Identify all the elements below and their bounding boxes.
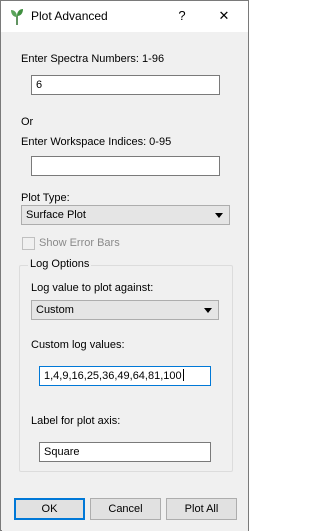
workspace-indices-input[interactable] <box>31 156 220 176</box>
show-error-bars-checkbox[interactable] <box>22 237 35 250</box>
plot-axis-label-label: Label for plot axis: <box>31 415 121 427</box>
log-value-dropdown[interactable]: Custom <box>31 300 219 320</box>
dialog-body: Enter Spectra Numbers: 1-96 6 Or Enter W… <box>2 32 248 485</box>
spectra-numbers-label: Enter Spectra Numbers: 1-96 <box>21 53 165 65</box>
mantid-app-icon <box>10 8 24 26</box>
chevron-down-icon <box>215 213 223 218</box>
text-caret <box>182 369 184 381</box>
custom-log-values-input[interactable]: 1,4,9,16,25,36,49,64,81,100 <box>39 366 211 386</box>
plot-advanced-dialog: Plot Advanced ? ✕ Enter Spectra Numbers:… <box>0 0 249 531</box>
or-label: Or <box>21 116 34 128</box>
plot-all-button[interactable]: Plot All <box>166 498 237 520</box>
title-bar: Plot Advanced ? ✕ <box>1 1 248 32</box>
cancel-button[interactable]: Cancel <box>90 498 161 520</box>
button-bar: OK Cancel Plot All <box>2 485 248 531</box>
window-title: Plot Advanced <box>31 9 108 23</box>
spectra-numbers-input[interactable]: 6 <box>31 75 220 95</box>
plot-type-dropdown[interactable]: Surface Plot <box>21 205 230 225</box>
plot-axis-label-input[interactable]: Square <box>39 442 211 462</box>
close-button[interactable]: ✕ <box>215 7 233 25</box>
log-value-selected: Custom <box>36 304 74 316</box>
ok-button[interactable]: OK <box>14 498 85 520</box>
show-error-bars-label: Show Error Bars <box>39 237 120 249</box>
custom-log-values-label: Custom log values: <box>31 339 125 351</box>
plot-type-selected: Surface Plot <box>26 209 86 221</box>
log-value-label: Log value to plot against: <box>31 282 154 294</box>
plot-type-label: Plot Type: <box>21 192 70 204</box>
chevron-down-icon <box>204 308 212 313</box>
log-options-title: Log Options <box>28 258 92 270</box>
custom-log-values-text: 1,4,9,16,25,36,49,64,81,100 <box>44 370 182 382</box>
workspace-indices-label: Enter Workspace Indices: 0-95 <box>21 136 172 148</box>
help-button[interactable]: ? <box>173 7 191 25</box>
